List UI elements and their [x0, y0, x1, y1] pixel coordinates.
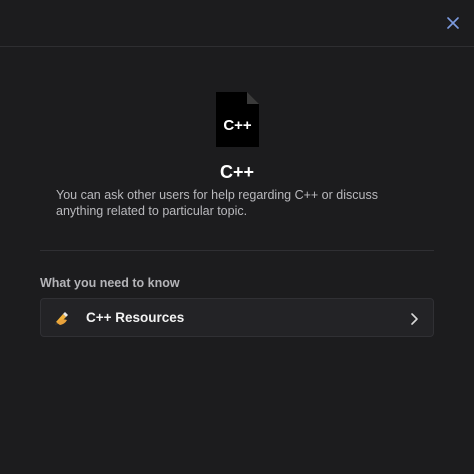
close-button[interactable]: [444, 14, 462, 32]
resource-label: C++ Resources: [86, 310, 185, 325]
close-icon: [447, 17, 459, 29]
channel-title: C++: [219, 162, 255, 182]
cpp-file-icon: C++: [216, 92, 259, 147]
section-heading: What you need to know: [40, 276, 180, 290]
chevron-right-icon: [409, 311, 419, 325]
channel-description: You can ask other users for help regardi…: [56, 188, 378, 218]
writing-hand-icon: [54, 310, 70, 326]
cpp-icon-text: C++: [223, 117, 252, 134]
panel-header: [0, 0, 474, 47]
section-divider: [40, 250, 434, 251]
resource-link-cpp[interactable]: C++ Resources: [40, 298, 434, 337]
channel-info-panel: C++ C++ You can ask other users for help…: [0, 0, 474, 474]
